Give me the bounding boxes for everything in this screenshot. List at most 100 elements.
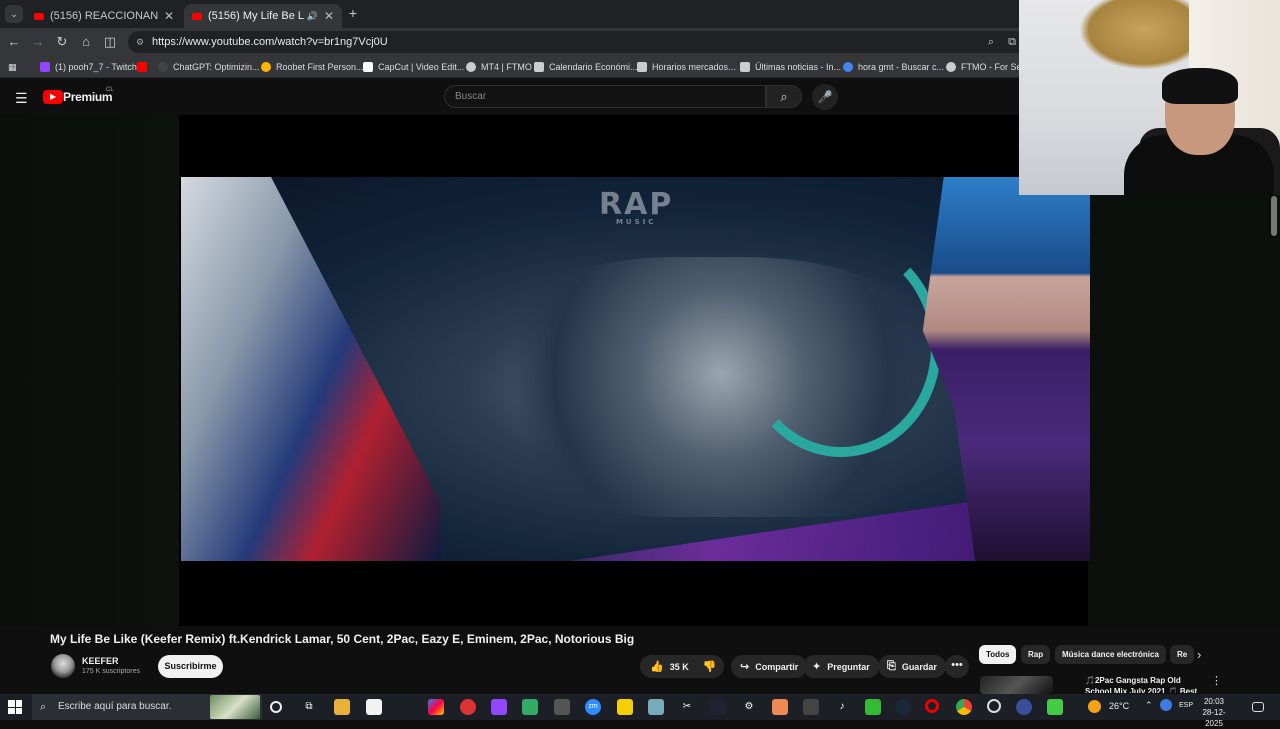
chrome-icon[interactable] — [956, 699, 972, 715]
recommendation-title[interactable]: 🎵2Pac Gangsta Rap Old School Mix July 20… — [1085, 675, 1200, 693]
zoom-icon[interactable]: ⌕ — [988, 31, 994, 53]
search-input[interactable]: Buscar — [444, 85, 766, 108]
chevron-right-icon[interactable]: › — [1197, 647, 1201, 662]
menu-icon[interactable]: ☰ — [15, 90, 28, 107]
steam-icon[interactable] — [895, 699, 911, 715]
split-view-icon[interactable]: ◫ — [102, 34, 118, 50]
share-button[interactable]: ↪ Compartir — [731, 655, 808, 678]
bookmark-ultimas-noticias[interactable]: Últimas noticias - In... — [740, 60, 841, 74]
app-light-blue-icon[interactable] — [648, 699, 664, 715]
app-blue-circle-icon[interactable] — [1016, 699, 1032, 715]
notepad-icon[interactable] — [366, 699, 382, 715]
weather-icon[interactable] — [1088, 700, 1101, 713]
youtube-logo-icon[interactable]: ▶ — [43, 90, 63, 104]
tab-my-life-be-like[interactable]: (5156) My Life Be Like (Keef 🔊 ✕ — [184, 4, 342, 28]
video-title: My Life Be Like (Keefer Remix) ft.Kendri… — [50, 632, 635, 646]
new-tab-button[interactable]: + — [345, 5, 361, 21]
dislike-button[interactable]: 👎 — [695, 660, 725, 673]
app-media-icon[interactable] — [803, 699, 819, 715]
video-frame[interactable]: RAP MUSIC — [181, 177, 1090, 561]
capcut-icon — [363, 62, 373, 72]
bookmark-label: (1) pooh7_7 - Twitch — [55, 62, 137, 72]
thumbs-up-icon: 👍 — [650, 661, 664, 673]
app-green-icon[interactable] — [522, 699, 538, 715]
apps-grid-icon[interactable]: ▦ — [8, 60, 17, 74]
cortana-icon[interactable] — [270, 701, 282, 713]
install-app-icon[interactable]: ⧉ — [1008, 31, 1016, 53]
taskbar-search[interactable]: ⌕ Escribe aquí para buscar. — [32, 694, 262, 720]
twitch-app-icon[interactable] — [491, 699, 507, 715]
chip-re[interactable]: Re — [1170, 645, 1194, 664]
opera-icon[interactable] — [925, 699, 939, 713]
channel-avatar[interactable] — [51, 654, 75, 678]
reload-icon[interactable]: ↻ — [54, 34, 70, 50]
tray-chevron-up-icon[interactable]: ⌃ — [1145, 700, 1153, 711]
channel-name[interactable]: KEEFER — [82, 656, 119, 666]
subscribe-button[interactable]: Suscribirme — [158, 655, 223, 678]
address-bar[interactable]: ⚙ https://www.youtube.com/watch?v=br1ng7… — [128, 31, 1028, 53]
site-info-icon[interactable]: ⚙ — [136, 31, 144, 53]
chip-musica-dance[interactable]: Música dance electrónica — [1055, 645, 1166, 664]
taskbar-clock[interactable]: 20:03 28-12-2025 — [1196, 696, 1232, 729]
video-watermark: RAP MUSIC — [599, 187, 674, 226]
sticky-notes-icon[interactable] — [617, 699, 633, 715]
tab-reaccionando[interactable]: (5156) REACCIONANDO A "LAS ✕ — [26, 4, 182, 28]
app-orange-icon[interactable] — [772, 699, 788, 715]
home-icon[interactable]: ⌂ — [78, 34, 94, 50]
ftmo-icon — [946, 62, 956, 72]
settings-icon[interactable]: ⚙ — [741, 699, 757, 715]
windows-start-icon[interactable] — [8, 700, 22, 714]
page-scrollbar[interactable] — [1271, 196, 1277, 236]
app-red-icon[interactable] — [460, 699, 476, 715]
copilot-icon[interactable] — [428, 699, 444, 715]
bookmark-youtube[interactable] — [137, 60, 152, 74]
more-actions-button[interactable]: ••• — [945, 655, 969, 678]
audio-playing-icon[interactable]: 🔊 — [307, 11, 318, 22]
task-view-icon[interactable]: ⧉ — [301, 699, 317, 715]
bookmark-twitch[interactable]: (1) pooh7_7 - Twitch — [40, 60, 137, 74]
bookmark-roobet[interactable]: Roobet First Person... — [261, 60, 364, 74]
bookmark-label: hora gmt - Buscar c... — [858, 62, 945, 72]
app-cube-icon[interactable] — [1047, 699, 1063, 715]
search-button[interactable]: ⌕ — [766, 85, 802, 108]
ask-button[interactable]: ✦ Preguntar — [803, 655, 879, 678]
weather-temperature[interactable]: 26°C — [1109, 701, 1129, 711]
youtube-premium-logo[interactable]: Premium — [63, 90, 113, 104]
close-tab-icon[interactable]: ✕ — [324, 9, 334, 23]
bookmark-hora-gmt[interactable]: hora gmt - Buscar c... — [843, 60, 944, 74]
voice-search-button[interactable]: 🎤 — [812, 84, 838, 110]
recommendation-thumbnail[interactable] — [980, 676, 1053, 694]
bookmark-horarios[interactable]: Horarios mercados... — [637, 60, 736, 74]
zoom-app-icon[interactable]: zm — [585, 699, 601, 715]
tab-search-dropdown-icon[interactable]: ⌄ — [5, 5, 23, 23]
capcut-app-icon[interactable]: ✂ — [679, 699, 695, 715]
taskbar-search-placeholder: Escribe aquí para buscar. — [58, 701, 172, 712]
app-circle-icon[interactable] — [987, 699, 1001, 713]
chip-rap[interactable]: Rap — [1021, 645, 1051, 664]
more-vertical-icon[interactable]: ⋮ — [1211, 674, 1222, 687]
back-icon[interactable]: ← — [6, 34, 22, 50]
close-tab-icon[interactable]: ✕ — [164, 9, 174, 23]
like-count: 35 K — [669, 661, 689, 672]
tiktok-icon[interactable]: ♪ — [834, 699, 850, 715]
app-dark-icon[interactable] — [710, 699, 726, 715]
network-icon[interactable] — [1160, 699, 1172, 711]
bookmark-chatgpt[interactable]: ChatGPT: Optimizin... — [158, 60, 260, 74]
share-icon: ↪ — [740, 661, 750, 673]
save-label: Guardar — [901, 661, 937, 672]
forward-icon[interactable]: → — [30, 34, 46, 50]
chip-todos[interactable]: Todos — [979, 645, 1017, 664]
file-explorer-icon[interactable] — [334, 699, 350, 715]
language-indicator[interactable]: ESP — [1179, 702, 1193, 709]
bookmark-capcut[interactable]: CapCut | Video Edit... — [363, 60, 464, 74]
tab-title: (5156) REACCIONANDO A "LAS — [50, 10, 158, 22]
bookmark-calendario[interactable]: Calendario Económi... — [534, 60, 638, 74]
bookmark-mt4[interactable]: MT4 | FTMO — [466, 60, 532, 74]
like-button[interactable]: 👍 35 K — [640, 655, 695, 678]
url-text: https://www.youtube.com/watch?v=br1ng7Vc… — [152, 36, 388, 48]
notification-center-icon[interactable] — [1252, 702, 1264, 712]
clock-time: 20:03 — [1203, 697, 1225, 706]
save-button[interactable]: ⎘ Guardar — [878, 655, 946, 678]
app-grey-icon[interactable] — [554, 699, 570, 715]
minecraft-icon[interactable] — [865, 699, 881, 715]
